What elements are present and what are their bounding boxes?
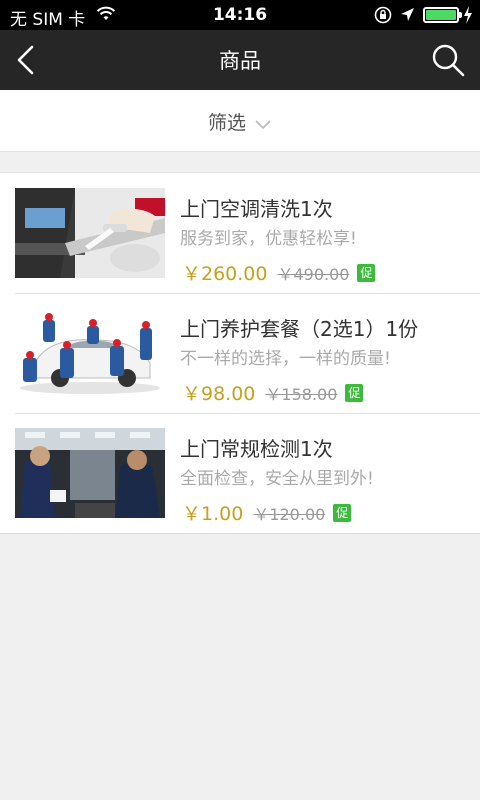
product-price: ￥98.00: [182, 383, 256, 405]
product-description: 不一样的选择，一样的质量!: [180, 349, 391, 369]
page-title: 商品: [219, 49, 261, 73]
product-original-price: ￥120.00: [253, 504, 326, 524]
product-image-routine-inspection: [15, 428, 165, 518]
battery-tip: [459, 12, 462, 18]
product-description: 服务到家，优惠轻松享!: [180, 229, 357, 249]
product-original-price: ￥158.00: [265, 384, 338, 404]
search-icon[interactable]: [430, 42, 466, 78]
product-name: 上门常规检测1次: [180, 437, 333, 461]
price-row: ￥1.00 ￥120.00 促: [182, 499, 352, 526]
status-bar: 无 SIM 卡 14:16: [0, 0, 480, 30]
price-row: ￥98.00 ￥158.00 促: [182, 379, 364, 406]
product-price: ￥260.00: [182, 263, 268, 285]
product-name: 上门空调清洗1次: [180, 197, 333, 221]
product-description: 全面检查，安全从里到外!: [180, 469, 374, 489]
product-item[interactable]: 上门空调清洗1次 服务到家，优惠轻松享! ￥260.00 ￥490.00 促: [0, 173, 480, 293]
product-image-maintenance-package: [15, 308, 165, 398]
promo-badge: 促: [333, 503, 352, 522]
product-original-price: ￥490.00: [277, 264, 350, 284]
filter-label: 筛选: [207, 112, 246, 134]
battery-icon: [423, 7, 459, 23]
product-item[interactable]: 上门养护套餐（2选1）1份 不一样的选择，一样的质量! ￥98.00 ￥158.…: [0, 293, 480, 413]
product-price: ￥1.00: [182, 503, 244, 525]
charging-bolt-icon: [464, 6, 472, 24]
nav-bar: 商品: [0, 30, 480, 90]
product-list: 上门空调清洗1次 服务到家，优惠轻松享! ￥260.00 ￥490.00 促 上…: [0, 172, 480, 534]
product-item[interactable]: 上门常规检测1次 全面检查，安全从里到外! ￥1.00 ￥120.00 促: [0, 413, 480, 533]
product-name: 上门养护套餐（2选1）1份: [180, 317, 419, 341]
promo-badge: 促: [357, 263, 376, 282]
chevron-down-icon: [255, 119, 271, 129]
price-row: ￥260.00 ￥490.00 促: [182, 259, 376, 286]
filter-bar: 筛选: [0, 90, 480, 152]
rotation-lock-icon: [374, 6, 392, 24]
product-image-aircon-cleaning: [15, 188, 165, 278]
location-arrow-icon: [401, 8, 414, 21]
filter-button[interactable]: 筛选: [0, 108, 480, 135]
promo-badge: 促: [345, 383, 364, 402]
